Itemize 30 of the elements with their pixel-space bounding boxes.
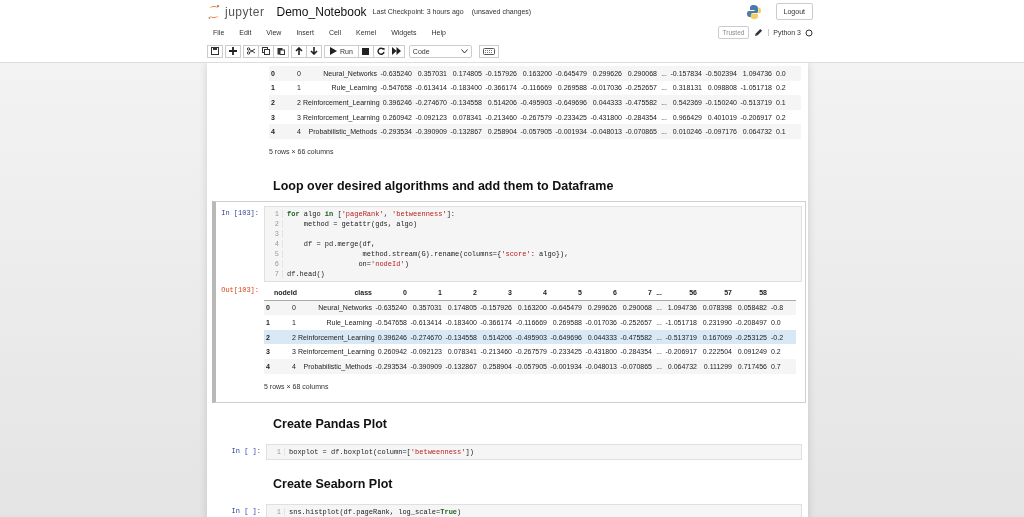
clipboard-icon	[277, 47, 285, 55]
restart-icon	[376, 47, 385, 55]
python-logo-icon	[745, 3, 762, 20]
arrow-down-icon	[310, 47, 318, 55]
copy-button[interactable]	[258, 44, 274, 58]
move-down-button[interactable]	[306, 44, 322, 58]
chevron-down-icon	[460, 48, 468, 54]
cut-button[interactable]	[243, 44, 259, 58]
section-heading: Create Seaborn Plot	[273, 476, 394, 491]
paste-button[interactable]	[273, 44, 289, 58]
kernel-status-icon	[805, 28, 813, 37]
keyboard-icon	[482, 47, 495, 55]
play-icon	[330, 47, 337, 55]
section-heading: Create Pandas Plot	[273, 416, 388, 431]
arrow-up-icon	[295, 47, 303, 55]
stop-icon	[362, 47, 370, 55]
plus-icon	[229, 47, 237, 55]
logo-text[interactable]: jupyter	[225, 4, 265, 19]
code-cell[interactable]	[212, 200, 806, 403]
copy-icon	[262, 47, 270, 55]
fast-forward-icon	[391, 47, 401, 55]
section-heading: Loop over desired algorithms and add them to Dataframe	[273, 178, 615, 193]
move-up-button[interactable]	[291, 44, 307, 58]
scissors-icon	[247, 47, 255, 55]
pencil-icon[interactable]	[754, 28, 764, 37]
keyboard-button[interactable]	[478, 44, 499, 58]
notebook-name[interactable]: Demo_Notebook	[276, 4, 367, 19]
add-cell-button[interactable]	[225, 44, 241, 58]
save-button[interactable]	[207, 44, 223, 58]
logo-icon[interactable]	[207, 3, 221, 20]
